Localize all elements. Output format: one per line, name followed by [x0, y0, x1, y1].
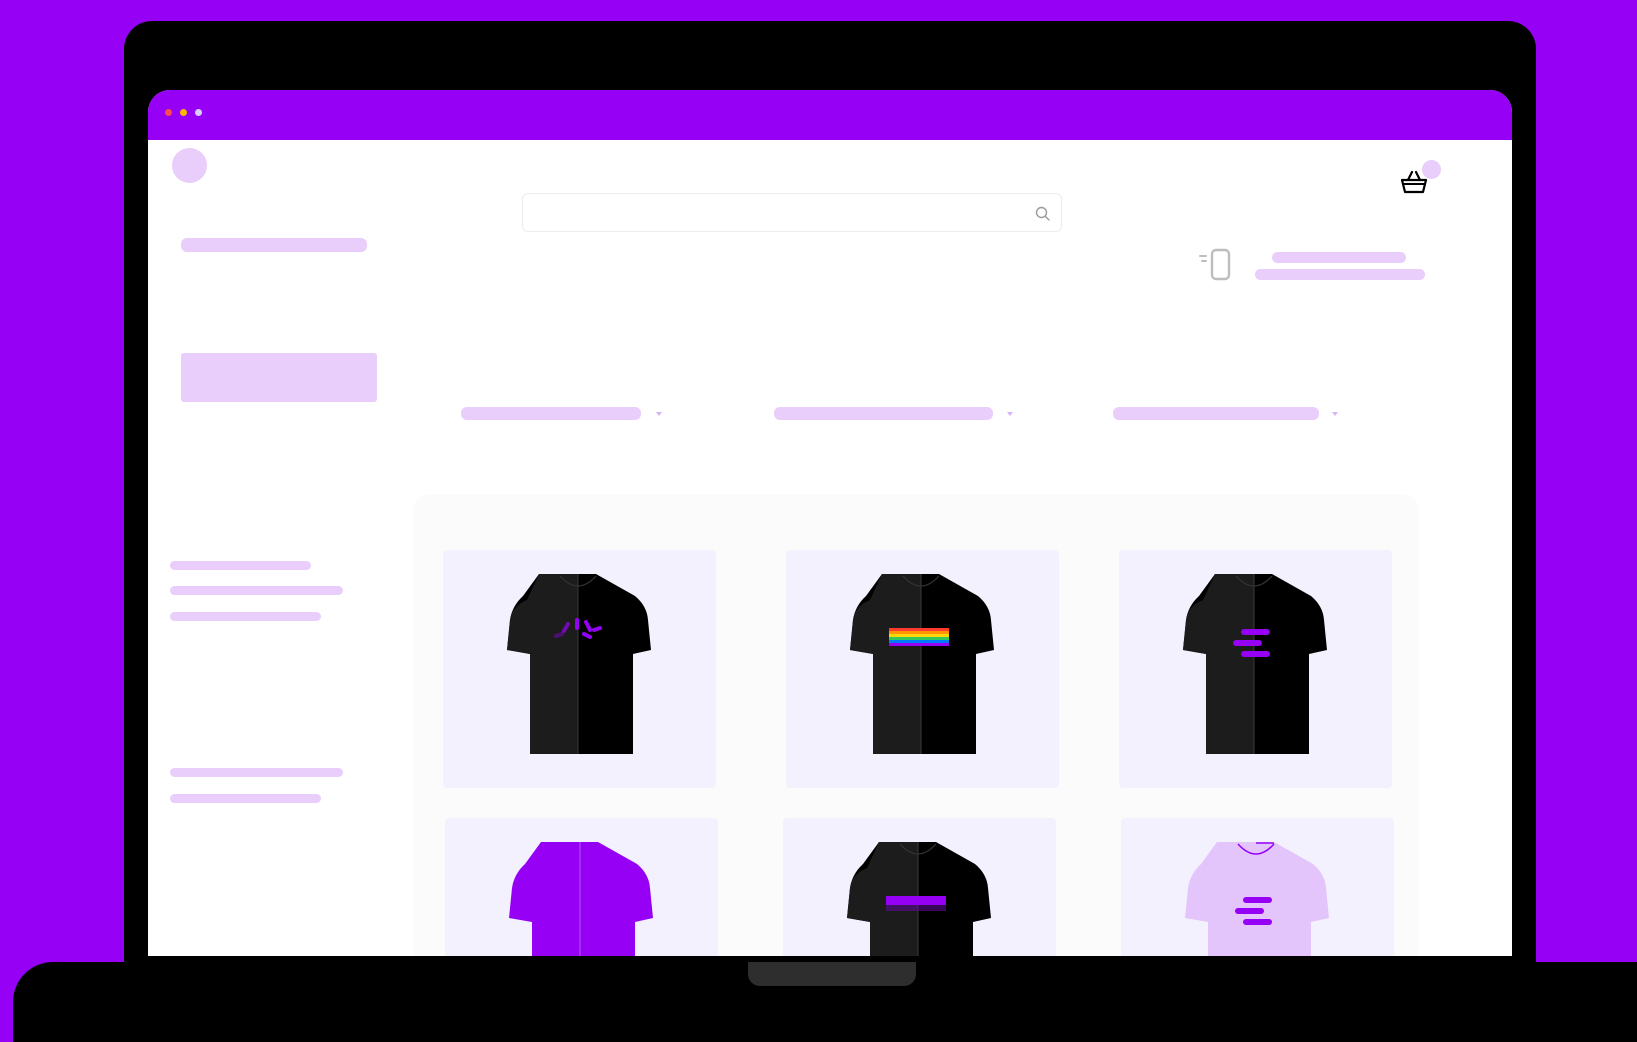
- sidebar-primary-button[interactable]: [181, 353, 377, 402]
- purple-tshirt-image: [509, 842, 653, 956]
- purple-bar-print: [886, 896, 946, 905]
- search-icon[interactable]: [1035, 206, 1050, 221]
- filter-dropdown-3[interactable]: [1113, 407, 1343, 421]
- rainbow-stripes-print: [889, 628, 949, 646]
- search-input[interactable]: [522, 193, 1062, 232]
- contact-line-1: [1272, 252, 1406, 263]
- filter-dropdown-2[interactable]: [774, 407, 1014, 421]
- logo-avatar[interactable]: [172, 148, 207, 183]
- sidebar-link-5[interactable]: [170, 794, 321, 803]
- chevron-down-icon: [1332, 412, 1338, 416]
- black-tshirt-image: [847, 842, 991, 956]
- laptop-trackpad-notch: [748, 962, 916, 986]
- product-card[interactable]: [445, 818, 718, 956]
- contact-line-2: [1255, 269, 1425, 280]
- sidebar-link-4[interactable]: [170, 768, 343, 777]
- sidebar-link-1[interactable]: [170, 561, 311, 570]
- window-title-bar: [148, 90, 1512, 140]
- black-tshirt-image: [507, 574, 651, 754]
- black-tshirt-image: [850, 574, 994, 754]
- product-card[interactable]: [786, 550, 1059, 788]
- sidebar-title-placeholder: [181, 238, 367, 252]
- filter-label-placeholder: [1113, 407, 1319, 420]
- product-card[interactable]: [1119, 550, 1392, 788]
- filter-label-placeholder: [774, 407, 993, 420]
- phone-icon[interactable]: [1198, 248, 1234, 282]
- filter-dropdown-1[interactable]: [461, 407, 671, 421]
- product-grid: [413, 494, 1419, 956]
- cart-count-badge: [1422, 160, 1441, 179]
- sidebar-link-2[interactable]: [170, 586, 343, 595]
- chevron-down-icon: [1007, 412, 1013, 416]
- chevron-down-icon: [656, 412, 662, 416]
- sidebar-link-3[interactable]: [170, 612, 321, 621]
- browser-window: [148, 90, 1512, 956]
- product-card[interactable]: [1121, 818, 1394, 956]
- search-field[interactable]: [533, 200, 1007, 226]
- lilac-tshirt-image: [1185, 842, 1329, 956]
- window-maximize-dot[interactable]: [195, 109, 202, 116]
- filter-label-placeholder: [461, 407, 641, 420]
- window-close-dot[interactable]: [165, 109, 172, 116]
- product-card[interactable]: [443, 550, 716, 788]
- window-minimize-dot[interactable]: [180, 109, 187, 116]
- product-card[interactable]: [783, 818, 1056, 956]
- black-tshirt-image: [1183, 574, 1327, 754]
